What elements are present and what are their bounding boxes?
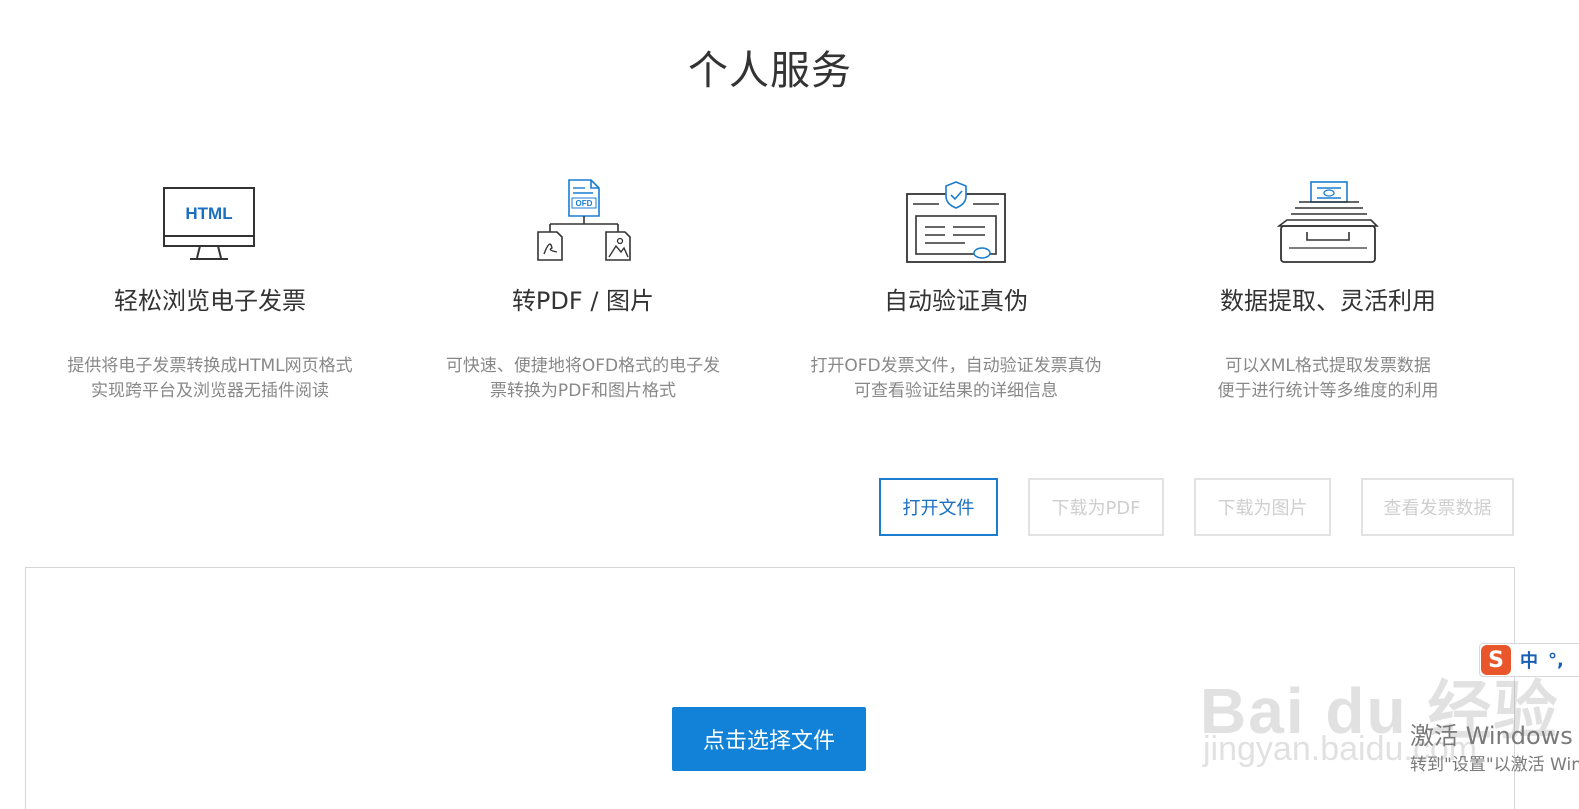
feature-pdf-convert: OFD 转PDF / 图片 可快速、便捷地将OFD格式的电子发 票转换为PDF和…	[397, 172, 769, 404]
windows-activation-subtitle: 转到"设置"以激活 Windows。	[1410, 755, 1579, 775]
feature-description: 可以XML格式提取发票数据 便于进行统计等多维度的利用	[1142, 354, 1514, 404]
ime-mode-toggle[interactable]: 中	[1520, 647, 1538, 673]
feature-title: 转PDF / 图片	[511, 287, 655, 315]
feature-desc-line: 可以XML格式提取发票数据	[1225, 356, 1431, 376]
feature-description: 打开OFD发票文件，自动验证发票真伪 可查看验证结果的详细信息	[770, 354, 1142, 404]
feature-html-browse: HTML 轻松浏览电子发票 提供将电子发票转换成HTML网页格式 实现跨平台及浏…	[24, 172, 396, 404]
feature-title: 数据提取、灵活利用	[1220, 287, 1436, 315]
ime-toolbar[interactable]: S 中 °,	[1479, 643, 1579, 677]
html-monitor-icon: HTML	[24, 172, 396, 264]
feature-data-extract: 数据提取、灵活利用 可以XML格式提取发票数据 便于进行统计等多维度的利用	[1142, 172, 1514, 404]
view-invoice-data-button[interactable]: 查看发票数据	[1361, 478, 1514, 536]
ofd-icon-label: OFD	[576, 199, 593, 208]
feature-desc-line: 可查看验证结果的详细信息	[854, 381, 1058, 401]
html-icon-label: HTML	[185, 204, 232, 223]
feature-desc-line: 实现跨平台及浏览器无插件阅读	[91, 381, 329, 401]
download-image-button[interactable]: 下载为图片	[1194, 478, 1331, 536]
ofd-convert-icon: OFD	[397, 172, 769, 264]
ime-punctuation-toggle[interactable]: °,	[1548, 650, 1564, 671]
windows-activation-title: 激活 Windows	[1410, 722, 1573, 750]
feature-desc-line: 便于进行统计等多维度的利用	[1217, 381, 1439, 401]
open-file-button[interactable]: 打开文件	[879, 478, 998, 536]
feature-description: 提供将电子发票转换成HTML网页格式 实现跨平台及浏览器无插件阅读	[24, 354, 396, 404]
verify-shield-icon	[770, 172, 1142, 264]
sogou-logo-icon[interactable]: S	[1481, 645, 1511, 675]
data-drawer-icon	[1142, 172, 1514, 264]
page-title: 个人服务	[688, 48, 852, 94]
select-file-button[interactable]: 点击选择文件	[672, 707, 866, 771]
feature-description: 可快速、便捷地将OFD格式的电子发 票转换为PDF和图片格式	[397, 354, 769, 404]
feature-auto-verify: 自动验证真伪 打开OFD发票文件，自动验证发票真伪 可查看验证结果的详细信息	[770, 172, 1142, 404]
feature-desc-line: 提供将电子发票转换成HTML网页格式	[67, 356, 353, 376]
feature-desc-line: 可快速、便捷地将OFD格式的电子发	[445, 356, 721, 376]
feature-title: 自动验证真伪	[884, 287, 1028, 315]
feature-desc-line: 票转换为PDF和图片格式	[489, 381, 677, 401]
download-pdf-button[interactable]: 下载为PDF	[1028, 478, 1164, 536]
feature-title: 轻松浏览电子发票	[114, 287, 306, 315]
feature-desc-line: 打开OFD发票文件，自动验证发票真伪	[810, 356, 1102, 376]
